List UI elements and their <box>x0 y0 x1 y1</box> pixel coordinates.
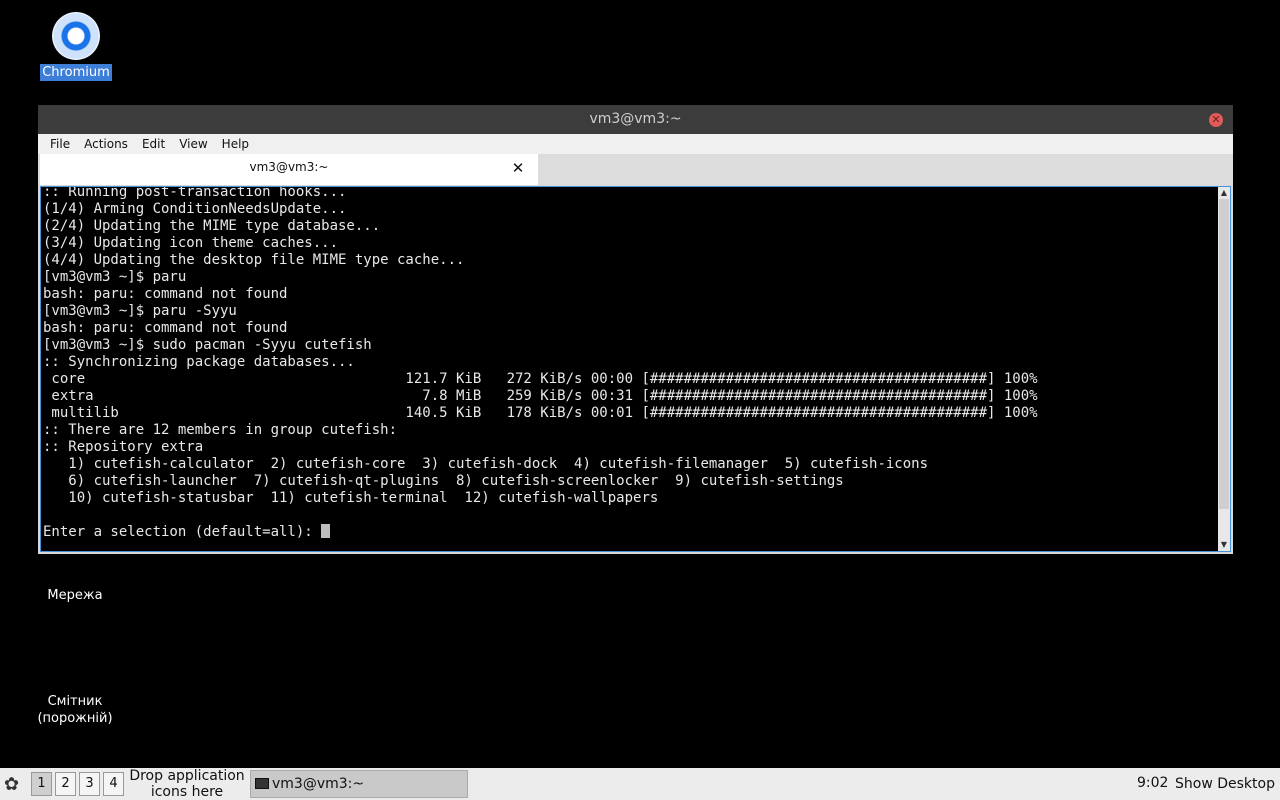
launcher-drop-area[interactable]: Drop application icons here <box>128 768 246 800</box>
tab-bar: vm3@vm3:~ ✕ <box>38 154 1233 185</box>
menubar: File Actions Edit View Help <box>38 134 1233 154</box>
terminal-line: Enter a selection (default=all): <box>43 524 322 540</box>
workspace-1[interactable]: 1 <box>31 772 52 796</box>
desktop-icon-label-sub: (порожній) <box>37 711 113 726</box>
terminal-text: :: Running post-transaction hooks... (1/… <box>43 186 1038 541</box>
terminal-output[interactable]: :: Running post-transaction hooks... (1/… <box>40 186 1231 552</box>
clock[interactable]: 9:02 <box>1137 775 1168 791</box>
terminal-line: 10) cutefish-statusbar 11) cutefish-term… <box>43 490 659 506</box>
task-label: vm3@vm3:~ <box>272 776 365 792</box>
terminal-line: (4/4) Updating the desktop file MIME typ… <box>43 252 465 268</box>
close-icon[interactable]: ✕ <box>1209 113 1223 127</box>
terminal-line: [vm3@vm3 ~]$ paru -Syyu <box>43 303 237 319</box>
menu-actions[interactable]: Actions <box>84 137 128 151</box>
terminal-icon <box>255 778 269 789</box>
terminal-line: :: Repository extra <box>43 439 204 455</box>
terminal-line: bash: paru: command not found <box>43 286 288 302</box>
terminal-line: (1/4) Arming ConditionNeedsUpdate... <box>43 201 347 217</box>
menu-view[interactable]: View <box>179 137 207 151</box>
show-desktop-button[interactable]: Show Desktop <box>1175 776 1275 792</box>
terminal-line: extra 7.8 MiB 259 KiB/s 00:31 [#########… <box>43 388 1038 404</box>
scroll-down-icon[interactable]: ▼ <box>1218 539 1230 551</box>
desktop-icon-label: Chromium <box>40 64 112 81</box>
workspace-4[interactable]: 4 <box>103 772 124 796</box>
terminal-window: vm3@vm3:~ ✕ File Actions Edit View Help … <box>38 105 1233 554</box>
terminal-line: :: There are 12 members in group cutefis… <box>43 422 398 438</box>
window-titlebar[interactable]: vm3@vm3:~ ✕ <box>38 105 1233 134</box>
tab-terminal[interactable]: vm3@vm3:~ ✕ <box>40 154 538 185</box>
terminal-cursor <box>321 524 331 538</box>
terminal-line: [vm3@vm3 ~]$ sudo pacman -Syyu cutefish <box>43 337 372 353</box>
taskbar: ✿ 1 2 3 4 Drop application icons here vm… <box>0 768 1280 800</box>
desktop-icon-trash[interactable]: Смітник (порожній) <box>30 693 120 727</box>
desktop-icon-label: Смітник <box>47 694 103 709</box>
desktop-icon-network[interactable]: Мережа <box>30 588 120 603</box>
workspace-3[interactable]: 3 <box>79 772 100 796</box>
terminal-line: bash: paru: command not found <box>43 320 288 336</box>
desktop-icon-label: Мережа <box>47 588 103 603</box>
terminal-line: multilib 140.5 KiB 178 KiB/s 00:01 [####… <box>43 405 1038 421</box>
menu-edit[interactable]: Edit <box>142 137 165 151</box>
chromium-icon <box>52 12 100 60</box>
scroll-thumb[interactable] <box>1219 199 1229 509</box>
close-icon[interactable]: ✕ <box>510 160 526 176</box>
window-title: vm3@vm3:~ <box>589 111 682 127</box>
workspace-2[interactable]: 2 <box>55 772 76 796</box>
desktop-icon-chromium[interactable]: Chromium <box>38 12 114 81</box>
terminal-line: core 121.7 KiB 272 KiB/s 00:00 [########… <box>43 371 1038 387</box>
drop-label-2: icons here <box>150 784 224 800</box>
menu-help[interactable]: Help <box>222 137 249 151</box>
tab-label: vm3@vm3:~ <box>249 160 329 174</box>
terminal-line: (2/4) Updating the MIME type database... <box>43 218 381 234</box>
terminal-line: [vm3@vm3 ~]$ paru <box>43 269 187 285</box>
scroll-up-icon[interactable]: ▲ <box>1218 187 1230 199</box>
scrollbar[interactable]: ▲ ▼ <box>1218 187 1230 551</box>
terminal-line: :: Running post-transaction hooks... <box>43 186 347 200</box>
terminal-line: :: Synchronizing package databases... <box>43 354 355 370</box>
taskbar-window-button[interactable]: vm3@vm3:~ <box>250 770 468 798</box>
drop-label-1: Drop application <box>129 768 245 784</box>
terminal-line: (3/4) Updating icon theme caches... <box>43 235 339 251</box>
menu-file[interactable]: File <box>50 137 70 151</box>
start-menu-icon[interactable]: ✿ <box>4 774 19 795</box>
terminal-line: 1) cutefish-calculator 2) cutefish-core … <box>43 456 929 472</box>
terminal-line: 6) cutefish-launcher 7) cutefish-qt-plug… <box>43 473 844 489</box>
